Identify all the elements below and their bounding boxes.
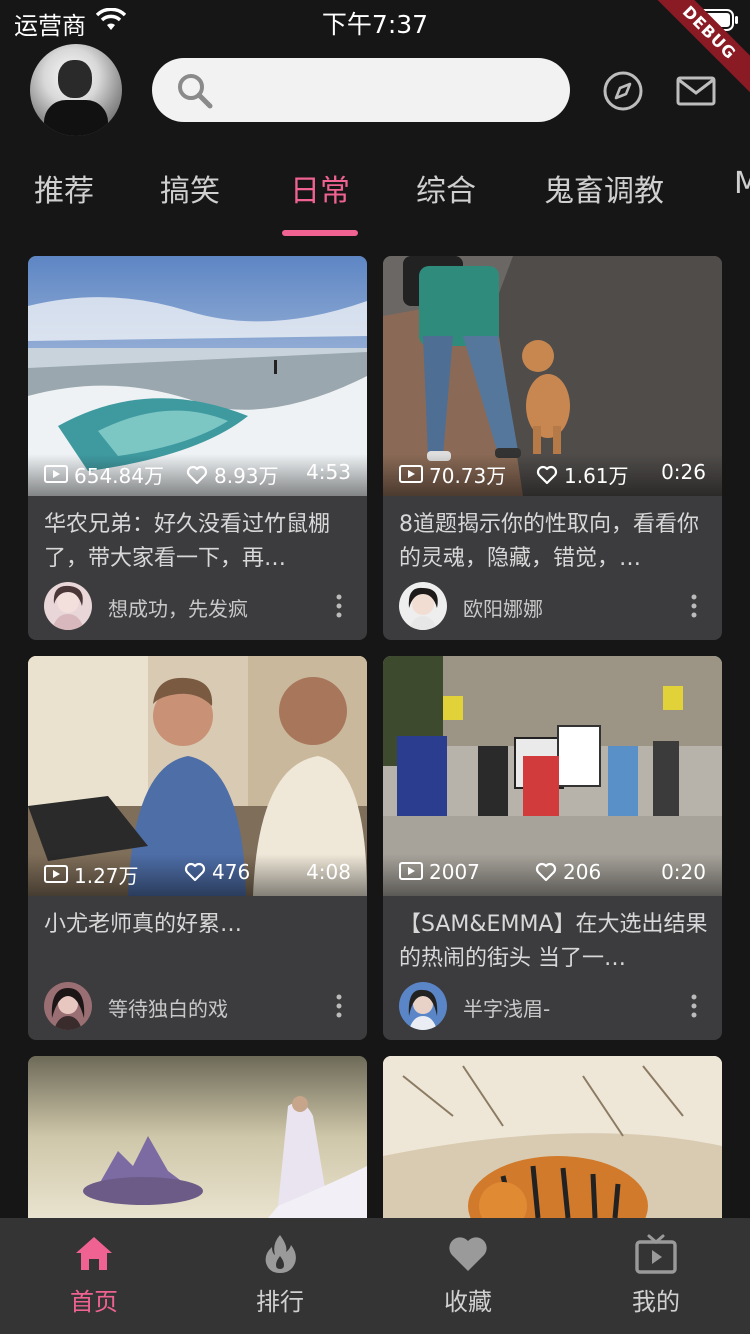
likes-count: 8.93万 — [214, 464, 279, 488]
bottom-navigation: 首页 排行 收藏 我的 — [0, 1218, 750, 1334]
author-avatar[interactable] — [399, 982, 447, 1030]
author-avatar[interactable] — [44, 982, 92, 1030]
search-bar[interactable] — [152, 58, 570, 122]
duration: 4:08 — [306, 860, 351, 884]
likes-stat: 1.61万 — [536, 460, 629, 489]
compass-icon[interactable] — [602, 70, 644, 112]
user-avatar[interactable] — [30, 44, 122, 136]
nav-favorites[interactable]: 收藏 — [408, 1232, 528, 1317]
video-card[interactable] — [383, 1056, 722, 1218]
likes-stat: 476 — [184, 860, 250, 884]
search-input[interactable] — [222, 70, 552, 110]
video-thumbnail[interactable] — [28, 1056, 367, 1218]
author-name[interactable]: 半字浅眉- — [463, 993, 550, 1022]
likes-stat: 8.93万 — [186, 460, 279, 489]
author-avatar[interactable] — [44, 582, 92, 630]
nav-home-label: 首页 — [70, 1288, 118, 1316]
video-card[interactable]: 70.73万 1.61万 0:26 8道题揭示你的性取向，看看你的灵魂，隐藏，错… — [383, 256, 722, 640]
play-count-icon — [44, 864, 68, 883]
nav-home[interactable]: 首页 — [34, 1232, 154, 1317]
likes-count: 206 — [563, 860, 602, 884]
likes-count: 476 — [212, 860, 251, 884]
category-tabs: 推荐 搞笑 日常 综合 鬼畜调教 M — [0, 160, 750, 240]
heart-outline-icon — [186, 465, 208, 484]
clock: 下午7:37 — [321, 10, 429, 39]
views-stat: 2007 — [399, 860, 480, 884]
video-card[interactable]: 1.27万 476 4:08 小尤老师真的好累… 等待独白的戏 — [28, 656, 367, 1040]
more-options-icon[interactable] — [327, 992, 351, 1020]
tab-general[interactable]: 综合 — [416, 166, 476, 210]
likes-count: 1.61万 — [564, 464, 629, 488]
tv-icon — [635, 1234, 677, 1274]
views-count: 70.73万 — [429, 464, 507, 488]
play-count-icon — [44, 464, 68, 483]
views-stat: 70.73万 — [399, 460, 506, 489]
author-avatar[interactable] — [399, 582, 447, 630]
views-stat: 654.84万 — [44, 460, 164, 489]
author-name[interactable]: 想成功，先发疯 — [108, 593, 248, 622]
heart-outline-icon — [536, 465, 558, 484]
more-options-icon[interactable] — [327, 592, 351, 620]
video-card[interactable] — [28, 1056, 367, 1218]
play-count-icon — [399, 862, 423, 880]
nav-profile-label: 我的 — [632, 1288, 680, 1316]
tab-funny[interactable]: 搞笑 — [160, 166, 220, 210]
video-title[interactable]: 8道题揭示你的性取向，看看你的灵魂，隐藏，错觉，… — [399, 508, 709, 576]
duration: 0:26 — [661, 460, 706, 484]
nav-ranking[interactable]: 排行 — [220, 1232, 340, 1317]
tab-daily[interactable]: 日常 — [290, 166, 350, 210]
nav-profile[interactable]: 我的 — [596, 1232, 716, 1317]
heart-outline-icon — [535, 862, 557, 882]
tab-overflow[interactable]: M — [734, 166, 750, 201]
video-stats: 654.84万 8.93万 4:53 — [28, 454, 367, 496]
flame-icon — [265, 1235, 296, 1273]
search-icon — [178, 74, 213, 109]
mail-icon[interactable] — [675, 70, 717, 112]
duration: 0:20 — [661, 860, 706, 884]
video-stats: 1.27万 476 4:08 — [28, 854, 367, 896]
tab-recommend[interactable]: 推荐 — [34, 166, 94, 210]
author-name[interactable]: 等待独白的戏 — [108, 993, 228, 1022]
likes-stat: 206 — [535, 860, 601, 884]
status-bar: 运营商 下午7:37 — [0, 0, 750, 42]
video-thumbnail[interactable] — [383, 1056, 722, 1218]
more-options-icon[interactable] — [682, 592, 706, 620]
video-card[interactable]: 2007 206 0:20 【SAM&EMMA】在大选出结果的热闹的街头 当了一… — [383, 656, 722, 1040]
video-stats: 70.73万 1.61万 0:26 — [383, 454, 722, 496]
views-count: 1.27万 — [74, 864, 139, 888]
heart-outline-icon — [184, 862, 206, 882]
tab-indicator — [282, 230, 358, 236]
more-options-icon[interactable] — [682, 992, 706, 1020]
views-count: 2007 — [429, 860, 480, 884]
video-card[interactable]: 654.84万 8.93万 4:53 华农兄弟：好久没看过竹鼠棚了，带大家看一下… — [28, 256, 367, 640]
views-stat: 1.27万 — [44, 860, 139, 889]
home-icon — [76, 1237, 112, 1270]
nav-favorites-label: 收藏 — [444, 1288, 492, 1316]
duration: 4:53 — [306, 460, 351, 484]
video-title[interactable]: 华农兄弟：好久没看过竹鼠棚了，带大家看一下，再… — [44, 508, 354, 576]
play-count-icon — [399, 464, 423, 483]
author-name[interactable]: 欧阳娜娜 — [463, 593, 543, 622]
nav-ranking-label: 排行 — [256, 1288, 304, 1316]
video-stats: 2007 206 0:20 — [383, 854, 722, 896]
video-title[interactable]: 小尤老师真的好累… — [44, 908, 354, 942]
views-count: 654.84万 — [74, 464, 164, 488]
heart-icon — [449, 1237, 487, 1271]
tab-kichiku[interactable]: 鬼畜调教 — [544, 166, 664, 210]
video-title[interactable]: 【SAM&EMMA】在大选出结果的热闹的街头 当了一… — [399, 908, 709, 976]
